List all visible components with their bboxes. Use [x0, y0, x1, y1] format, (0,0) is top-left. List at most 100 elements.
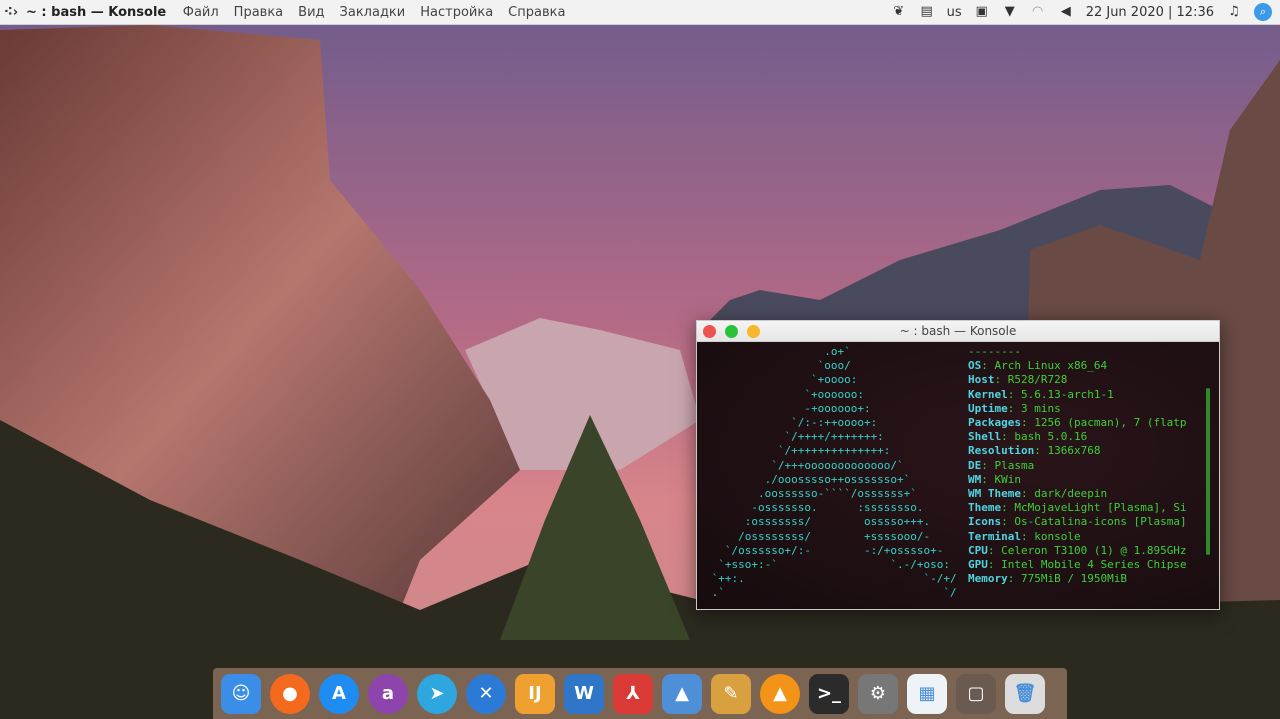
close-button[interactable] [703, 325, 716, 338]
clipboard-icon[interactable]: ▤ [919, 4, 935, 20]
ascii-line: `ooo/ [705, 359, 851, 373]
info-key: Theme [968, 501, 1002, 515]
separator: -------- [968, 345, 1021, 358]
info-row: Packages: 1256 (pacman), 7 (flatp [968, 416, 1187, 429]
dock-vscode-icon[interactable]: ✕ [466, 673, 506, 714]
dock-word-icon[interactable]: W [564, 673, 604, 714]
dock-pdf-reader-icon[interactable]: ⅄ [613, 673, 653, 714]
info-value: R528/R728 [1007, 373, 1068, 387]
top-panel: ⁖› ~ : bash — Konsole Файл Правка Вид Закла… [0, 0, 1280, 25]
colon: : [981, 472, 995, 486]
notifications-bell-icon[interactable]: ♫ [1226, 4, 1242, 20]
terminal-output[interactable]: .o+` `ooo/ `+oooo: `+oooooo: -+oooooo+: … [697, 343, 1219, 609]
menu-bar: Файл Правка Вид Закладки Настройка Справка [175, 5, 573, 20]
info-value: KWin [994, 472, 1022, 486]
info-value: Intel Mobile 4 Series Chipse [1001, 558, 1187, 572]
info-row: Icons: Os-Catalina-icons [Plasma] [968, 515, 1187, 528]
ascii-line: -osssssso. :ssssssso. [705, 501, 924, 515]
leaf-icon[interactable]: ❦ [891, 4, 907, 20]
menu-item[interactable]: Вид [291, 5, 332, 20]
dock-vlc-icon[interactable]: ▲ [760, 673, 800, 714]
menu-item[interactable]: Файл [175, 5, 226, 20]
dock-app-store-icon[interactable]: A [319, 673, 359, 714]
launcher-icon[interactable]: ⁖› [0, 5, 22, 20]
info-value: konsole [1034, 529, 1081, 543]
colon: : [1001, 515, 1015, 529]
colon: : [1001, 430, 1015, 444]
colon: : [987, 558, 1002, 572]
window-titlebar[interactable]: ~ : bash — Konsole [697, 321, 1219, 342]
info-value: 5.6.13-arch1-1 [1021, 387, 1114, 401]
ascii-line: `/++++++++++++++: [705, 444, 891, 458]
info-key: Host [968, 373, 995, 387]
scrollbar[interactable] [1206, 388, 1210, 555]
info-value: Os-Catalina-icons [Plasma] [1014, 515, 1187, 529]
info-key: Memory [968, 572, 1008, 586]
info-row: WM Theme: dark/deepin [968, 487, 1107, 500]
colon: : [1007, 387, 1021, 401]
info-value: Plasma [994, 458, 1035, 472]
colon: : [1001, 501, 1015, 515]
dock-file-manager-icon[interactable]: ▦ [907, 673, 947, 714]
ascii-line: `+sso+:-` `.-/+oso: [705, 558, 951, 572]
colon: : [994, 373, 1008, 387]
colon: : [1020, 416, 1035, 430]
info-row: GPU: Intel Mobile 4 Series Chipse [968, 558, 1187, 571]
dock-terminal-icon[interactable]: >_ [809, 673, 849, 714]
maximize-button[interactable] [725, 325, 738, 338]
info-key: WM Theme [968, 487, 1021, 501]
info-row: DE: Plasma [968, 459, 1034, 472]
colon: : [981, 359, 995, 373]
keyboard-layout[interactable]: us [947, 5, 962, 20]
active-app-title: ~ : bash — Konsole [26, 4, 167, 20]
dock-ide-icon[interactable]: IJ [515, 673, 555, 714]
arch-ascii-logo: .o+` `ooo/ `+oooo: `+oooooo: -+oooooo+: … [705, 345, 957, 601]
volume-icon[interactable]: ◀ [1058, 4, 1074, 20]
info-value: 1366x768 [1047, 444, 1101, 458]
dock-trash-icon[interactable]: 🗑 [1005, 673, 1045, 714]
dock: ☺ ● Aa ➤ ✕ IJ W ⅄ ▲ ✎ ▲ >_ ⚙ ▦ ▢ 🗑 [213, 668, 1067, 719]
info-key: Uptime [968, 401, 1008, 415]
info-key: GPU [968, 558, 988, 572]
dock-image-viewer-icon[interactable]: ▲ [662, 673, 702, 714]
wifi-icon[interactable]: ◠ [1030, 4, 1046, 20]
ascii-line: -+oooooo+: [705, 401, 871, 415]
window-title: ~ : bash — Konsole [899, 324, 1017, 338]
dock-anydesk-icon[interactable]: a [368, 673, 408, 714]
dock-system-settings-icon[interactable]: ⚙ [858, 673, 898, 714]
info-value: 3 mins [1021, 401, 1061, 415]
colon: : [1034, 444, 1048, 458]
info-value: Celeron T3100 (1) @ 1.895GHz [1001, 543, 1187, 557]
info-key: Resolution [968, 444, 1035, 458]
colon: : [1007, 572, 1021, 586]
clock[interactable]: 22 Jun 2020 | 12:36 [1086, 5, 1214, 20]
info-row: CPU: Celeron T3100 (1) @ 1.895GHz [968, 544, 1187, 557]
ascii-line: `+oooo: [705, 373, 858, 387]
menu-item[interactable]: Справка [501, 5, 573, 20]
info-key: DE [968, 458, 982, 472]
info-value: Arch Linux x86_64 [994, 359, 1108, 373]
menu-item[interactable]: Правка [226, 5, 290, 20]
tray-expand-icon[interactable]: ▼ [1002, 4, 1018, 20]
menu-item[interactable]: Настройка [413, 5, 501, 20]
dock-telegram-icon[interactable]: ➤ [417, 673, 457, 714]
ascii-line: `/ossssso+/:- -:/+osssso+- [705, 543, 944, 557]
colon: : [1007, 401, 1021, 415]
info-row: OS: Arch Linux x86_64 [968, 359, 1107, 372]
minimize-button[interactable] [747, 325, 760, 338]
info-row: Terminal: konsole [968, 530, 1081, 543]
ascii-line: /ossssssss/ +ssssooo/- [705, 529, 931, 543]
battery-icon[interactable]: ▣ [974, 4, 990, 20]
info-value: bash 5.0.16 [1014, 430, 1088, 444]
search-icon[interactable]: ⌕ [1254, 3, 1272, 21]
info-row: Shell: bash 5.0.16 [968, 430, 1087, 443]
info-key: CPU [968, 543, 988, 557]
dock-firefox-icon[interactable]: ● [270, 673, 310, 714]
info-row: WM: KWin [968, 473, 1021, 486]
colon: : [987, 543, 1002, 557]
dock-desktop-icon[interactable]: ▢ [956, 673, 996, 714]
dock-finder-icon[interactable]: ☺ [221, 673, 261, 714]
ascii-line: :osssssss/ osssso+++. [705, 515, 931, 529]
dock-image-editor-icon[interactable]: ✎ [711, 673, 751, 714]
menu-item[interactable]: Закладки [332, 5, 413, 20]
